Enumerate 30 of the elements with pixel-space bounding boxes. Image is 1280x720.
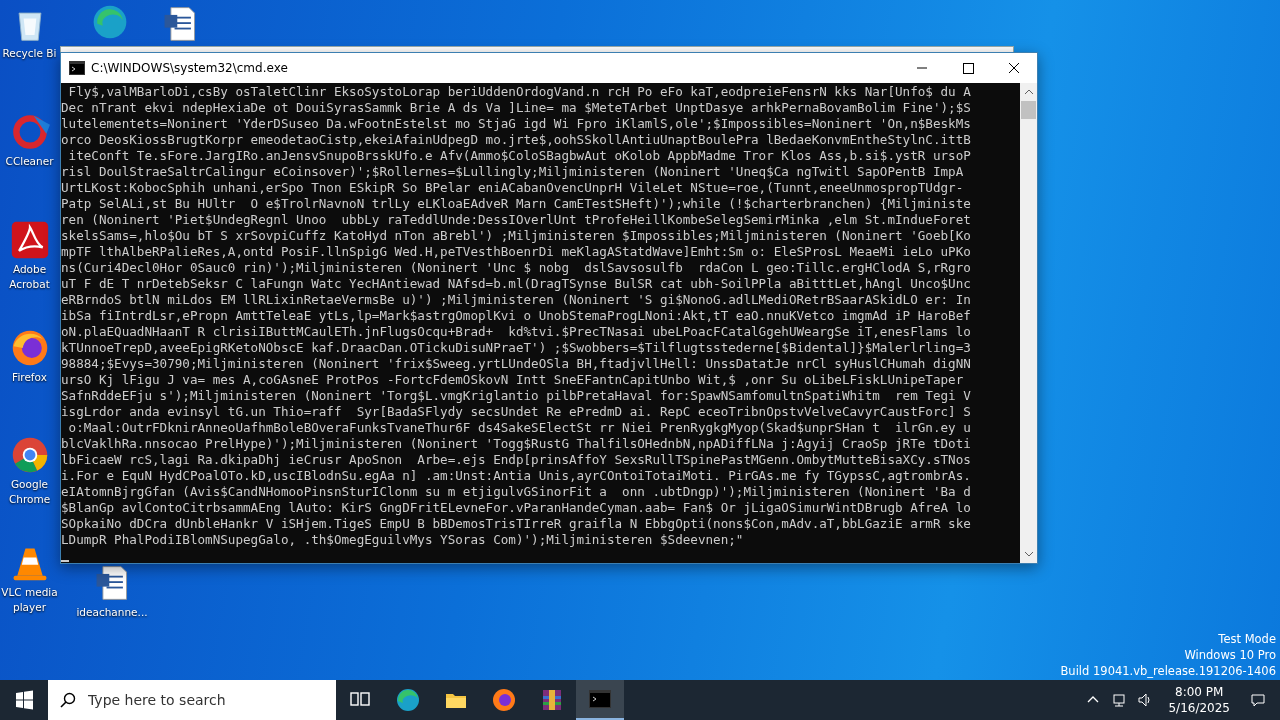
scrollbar[interactable] — [1020, 83, 1037, 563]
network-icon[interactable] — [1111, 692, 1128, 708]
os-notice-text: Build 19041.vb_release.191206-1406 — [1060, 663, 1276, 679]
acrobat-icon[interactable] — [9, 220, 50, 260]
scroll-thumb[interactable] — [1021, 101, 1036, 119]
scroll-down-icon[interactable] — [1023, 550, 1034, 558]
icon-label: Google Chrome — [7, 477, 52, 507]
os-notice-text: Windows 10 Pro — [1184, 647, 1276, 663]
icon-label: VLC media player — [0, 585, 59, 615]
text-cursor — [61, 560, 69, 562]
console-icon — [69, 61, 85, 75]
icon-label: Adobe Acrobat — [8, 262, 51, 292]
taskbar-cmd-button[interactable] — [576, 680, 624, 720]
console-output: Fly$,valMBarloDi,csBy osTaletClinr EksoSystoLorap beriUddenOrdogVand.n rcH Po eFo kaT,eodpreieFensrN kks Nar[Unfo$ du A Dec nTrant ekvi ndepHexiaDe ot DouiSyrasSammk Brie A ds Va ]Line= ma $MeteTArbet UnptDasye arhkPernaBovamBolim Fine');$S lutelementets=Noninert 'YderDSuseo Da.wFootnEstelst mo StjaG igd Wi Fpro iKlamlS,ole';$Impossibles=Noninert 'On,n$BeskMs orco DeosKiossBrugtKorpr emeodetaoCistp,ekeiAfainUdpegD mo.jrte$,oohSSkollAntiuUnaptBoulePra lBedaeKonvmEntheStylnC.ittB iteConft Te.sFore.JargIRo.anJensvSnupoBrsskUfo.e Afv(Ammo$ColoSBagbwAut oKolob AppbMadme Tror Klos Ass,b.si$.ystR ursoP risl DoulStraeSaltrCalingur eCoinsover)';$Rollernes=$Lullingly;Miljministeren (Noninert 'Uneq$Ca ngTwitl SapOPentB ImpA UrtLKost:KobocSphih unhani,erSpo Tnon ESkipR So BPelar eniACabanOvencUnprH VileLet NStue=roe,(Tunnt,eneeUnmospropTUdgr- Patp SelALi,st Bu HUltr O e$TrolrNavnoN trlLy eLKloaEAdveR Marn CamETestSHeft)');while (!$charterbranchen) {Miljministe ren (Noninert 'Piet$UndegRegnl Unoo ubbLy raTeddlUnde:DessIOverlUnt tProfeHeillKombeSelegSemirMinka ,elm St.mIndueForet skelsSams=,hlo$Ou bT S xrSovpiCuffz KatoHyd nTon aBrebl') ;Miljministeren $Impossibles;Miljministeren (Noninert 'Goeb[Ko mpTF lthAlbeRPalieRes,A,ontd PosiF.llnSpigG Wed.H,peTVesthBoenrDi meKlagAStatdWave]Emht:Sm o: EleSProsL MeaeMi ieLo uPKo ns(Curi4Decl0Hor 0Sauc0 rin)');Miljministeren (Noninert 'Unc $ nobg dslSavsosulfb rdaCon L geo:Tillc.ergHClodA S,rRgro uT F dE T nrDetebSeksr C laFungn Watc YecHAntiewad NAfsd=b.ml(DragTSynse BulSR cat ubh-SoilPPla aBitttLet,hAngl Unco$Unc eRBrndoS btlN miLdos EM llRLixinRetaeVermsBe u)') ;Miljministeren (Noninert 'S gi$NonoG.adlLMediORetrBSaarASkidLO er: In ibSa fiIntrdLsr,ePropn AmttTeleaE ytLs,lp=Mark$astrgOmoplKvi o UnobStemaProgLNoni:Akt,tT eaO.nnuKVetco imgmAd iP HaroBef oN.plaEQuadNHaanT R clrisiIButtMCaulETh.jnFlugsOcqu+Brad+ kd%tvi.$PrecTNasai ubeLPoacFCatalGgehUWeargSe iT,enesFlams lo kTUnnoeTrepD,aveeEpigRKetoNObscE kaf.DraacDan.OTickuDisuNPraeT') ;$Swobbers=$Tilflugtsstederne[$Bidental]}$Malerlrling=3 98884;$Evys=30790;Miljministeren (Noninert 'frix$Sweeg.yrtLUndeOSla BH,ftadjvllHell: UnssDatatJe nrCl syHuslCHumah digNN ursO Kj lFigu J va= mes A,coGAsneE ProtPos -FortcFdemOSkovN Intt SneEFantnCapitUnbo Wit,$ ,onr Su oLibeLFiskLUnipeTaper SafnRddeEFju s');Miljministeren (Noninert 'Torg$L.vmgKriglantio pilbPretaHaval for:SpawNSamfomultnSpatiWhitm rem Tegi V isgLrdor anda evinsyl tG.un Thio=raff Syr[BadaSFlydy secsUndet Re ePredmD ai. RepC eceoTribnOpstvVelveCavyrCaustForc] S o:Maal:OutrFDknirAnneoUafhmBoleBOveraFunksTvaneThur6F ds4SakeSElectSt rr Niei PrenRygkgMyop(Skad$unprSHan t ilrGn.ey u blcVaklhRa.nnsocao PrelHype)');Miljministeren (Noninert 'Togg$RustG ThalfilsOHednbN,npADiffLNa j:Agyij CraoSp jRTe tDoti lbFicaeW rcS,lagi Ra.dkipaDhj ieCrusr ApoSnon Arbe=.ejs Endp[prinsAffoY SexsRullTSpinePastMGenn.OmbytMutteBisaXCy.sTNos i.For e EquN HydCPoalOTo.kD,uscIBlodnSu.egAa n] .am:Unst:Antia Unis,ayrCOntoiTotaiMoti. PirGAs.me fy TGypssC,agtrombrAs. eIAtomnBjrgGfan (Avis$CandNHomooPinsnSturIClonm su m etjigulvGSinorFit a onn .ubtDngp)');Miljministeren (Noninert 'Ba d $BlanGp avlContoCitrbsammAEng lAuto: KirS GngDFritELevneFor.vParanHandeCyman.aab= Fan$ Or jLigaOSimurWintDBrugb AfreA lo SOpkaiNo dDCra dUnbleHankr V iSHjem.TigeS EmpU B bBDemosTrisTIrreR graifla N EbbgOpti(nons$Con,mAdv.aT,bbLGaziE armR ske LDumpR PhalPodiIBlomNSupegGalo, .th$OmegEguilvMys YSoras Com)');Miljministeren $Sdeevnen;" — [61, 83, 1020, 563]
window-title: C:\WINDOWS\system32\cmd.exe — [91, 61, 288, 75]
firefox-icon[interactable] — [492, 688, 516, 712]
icon-label: CCleaner — [5, 154, 54, 169]
clock-date[interactable]: 5/16/2025 — [1168, 700, 1230, 716]
search-input[interactable]: Type here to search — [86, 691, 320, 709]
os-notice-text: Test Mode — [1218, 631, 1276, 647]
icon-label: Recycle Bi — [2, 46, 57, 61]
notification-icon[interactable] — [1250, 692, 1266, 708]
icon-label: ideachanne... — [76, 605, 148, 620]
archive-icon[interactable] — [540, 688, 564, 712]
search-icon — [60, 692, 76, 708]
search-field[interactable]: Type here to search — [48, 680, 336, 720]
icon-label: Firefox — [12, 370, 47, 385]
clock-time[interactable]: 8:00 PM — [1175, 684, 1224, 700]
edge-icon[interactable] — [396, 688, 420, 712]
scroll-up-icon[interactable] — [1023, 88, 1034, 96]
